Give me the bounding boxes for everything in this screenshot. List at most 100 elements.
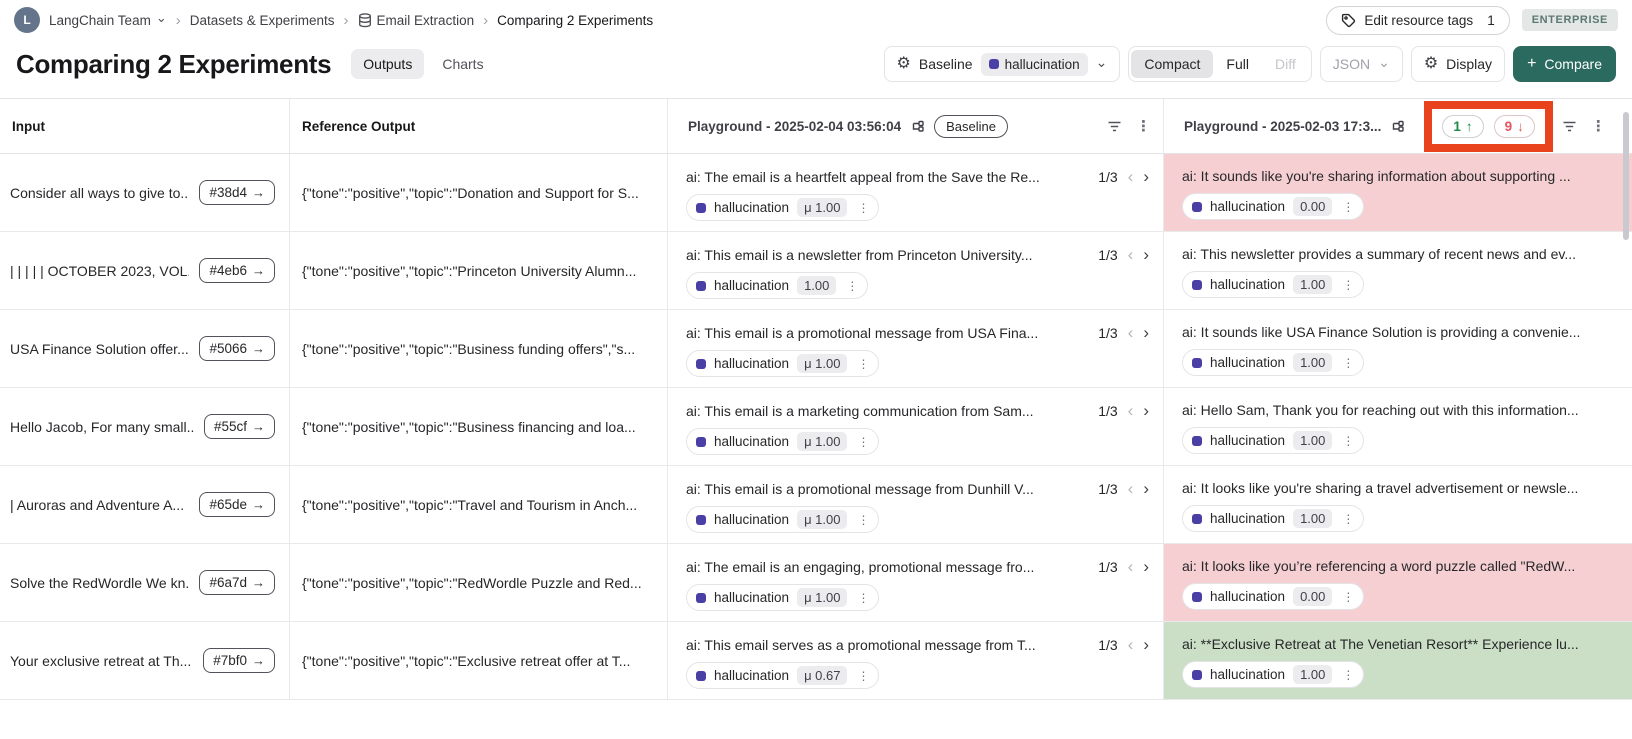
- exp1-cell[interactable]: ai: This email is a marketing communicat…: [668, 388, 1164, 465]
- exp1-cell[interactable]: ai: The email is an engaging, promotiona…: [668, 544, 1164, 621]
- feedback-badge[interactable]: hallucination 1.00 ⋮: [686, 272, 869, 299]
- experiment-1-name[interactable]: Playground - 2025-02-04 03:56:04: [688, 119, 901, 134]
- json-format-dropdown[interactable]: JSON ⌄: [1319, 46, 1403, 82]
- feedback-badge[interactable]: hallucination μ 1.00 ⋮: [686, 584, 880, 611]
- experiment-2-name[interactable]: Playground - 2025-02-03 17:3...: [1184, 119, 1381, 134]
- feedback-badge[interactable]: hallucination μ 1.00 ⋮: [686, 350, 880, 377]
- example-id-badge[interactable]: #4eb6 →: [199, 258, 275, 283]
- input-cell[interactable]: USA Finance Solution offer... #5066 →: [0, 310, 290, 387]
- mode-diff-button[interactable]: Diff: [1262, 50, 1309, 78]
- exp1-cell[interactable]: ai: This email is a promotional message …: [668, 466, 1164, 543]
- prev-output-button[interactable]: ‹: [1128, 324, 1134, 341]
- exp2-cell[interactable]: ai: Hello Sam, Thank you for reaching ou…: [1164, 388, 1632, 465]
- mode-full-button[interactable]: Full: [1213, 50, 1262, 78]
- feedback-badge[interactable]: hallucination 1.00 ⋮: [1182, 505, 1365, 532]
- kebab-icon[interactable]: ⋮: [855, 435, 871, 449]
- next-output-button[interactable]: ›: [1143, 636, 1149, 653]
- feedback-badge[interactable]: hallucination 1.00 ⋮: [1182, 349, 1365, 376]
- add-compare-button[interactable]: + Compare: [1513, 46, 1616, 82]
- example-id-badge[interactable]: #55cf →: [203, 414, 275, 439]
- baseline-feedback-dropdown[interactable]: ⚙ Baseline hallucination ⌄: [883, 46, 1121, 82]
- reference-output-cell[interactable]: {"tone":"positive","topic":"Business fun…: [290, 310, 668, 387]
- column-filter-button[interactable]: [1562, 120, 1577, 133]
- team-avatar[interactable]: L: [14, 7, 40, 33]
- breadcrumb-dataset-link[interactable]: Email Extraction: [358, 13, 474, 28]
- kebab-icon[interactable]: ⋮: [1340, 356, 1356, 370]
- feedback-badge[interactable]: hallucination 1.00 ⋮: [1182, 661, 1365, 688]
- next-output-button[interactable]: ›: [1143, 168, 1149, 185]
- kebab-icon[interactable]: ⋮: [1340, 200, 1356, 214]
- next-output-button[interactable]: ›: [1143, 480, 1149, 497]
- reference-output-cell[interactable]: {"tone":"positive","topic":"Exclusive re…: [290, 622, 668, 699]
- kebab-icon[interactable]: ⋮: [1340, 434, 1356, 448]
- column-menu-button[interactable]: ⋮: [1136, 117, 1151, 135]
- prev-output-button[interactable]: ‹: [1128, 480, 1134, 497]
- exp1-cell[interactable]: ai: This email is a promotional message …: [668, 310, 1164, 387]
- input-cell[interactable]: Consider all ways to give to... #38d4 →: [0, 154, 290, 231]
- example-id-badge[interactable]: #5066 →: [199, 336, 275, 361]
- feedback-badge[interactable]: hallucination μ 1.00 ⋮: [686, 506, 880, 533]
- exp2-cell[interactable]: ai: It looks like you’re referencing a w…: [1164, 544, 1632, 621]
- prev-output-button[interactable]: ‹: [1128, 168, 1134, 185]
- kebab-icon[interactable]: ⋮: [844, 279, 860, 293]
- example-id-badge[interactable]: #6a7d →: [199, 570, 275, 595]
- kebab-icon[interactable]: ⋮: [855, 669, 871, 683]
- kebab-icon[interactable]: ⋮: [855, 513, 871, 527]
- next-output-button[interactable]: ›: [1143, 402, 1149, 419]
- next-output-button[interactable]: ›: [1143, 246, 1149, 263]
- exp2-cell[interactable]: ai: This newsletter provides a summary o…: [1164, 232, 1632, 309]
- prev-output-button[interactable]: ‹: [1128, 402, 1134, 419]
- exp1-cell[interactable]: ai: This email serves as a promotional m…: [668, 622, 1164, 699]
- input-cell[interactable]: | | | | | OCTOBER 2023, VOL... #4eb6 →: [0, 232, 290, 309]
- breadcrumb-datasets-link[interactable]: Datasets & Experiments: [190, 13, 335, 28]
- input-cell[interactable]: Hello Jacob, For many small... #55cf →: [0, 388, 290, 465]
- display-settings-button[interactable]: ⚙ Display: [1410, 46, 1506, 82]
- input-cell[interactable]: | Auroras and Adventure A... #65de →: [0, 466, 290, 543]
- exp1-cell[interactable]: ai: The email is a heartfelt appeal from…: [668, 154, 1164, 231]
- feedback-badge[interactable]: hallucination 1.00 ⋮: [1182, 427, 1365, 454]
- tab-charts[interactable]: Charts: [430, 49, 495, 79]
- column-filter-button[interactable]: [1107, 120, 1122, 133]
- feedback-badge[interactable]: hallucination 1.00 ⋮: [1182, 271, 1365, 298]
- prev-output-button[interactable]: ‹: [1128, 636, 1134, 653]
- feedback-badge[interactable]: hallucination μ 1.00 ⋮: [686, 428, 880, 455]
- exp2-cell[interactable]: ai: It sounds like you're sharing inform…: [1164, 154, 1632, 231]
- exp2-cell[interactable]: ai: It looks like you're sharing a trave…: [1164, 466, 1632, 543]
- next-output-button[interactable]: ›: [1143, 558, 1149, 575]
- example-id-badge[interactable]: #65de →: [199, 492, 275, 517]
- tab-outputs[interactable]: Outputs: [351, 49, 425, 79]
- mode-compact-button[interactable]: Compact: [1131, 50, 1214, 78]
- example-id-badge[interactable]: #38d4 →: [199, 180, 275, 205]
- kebab-icon[interactable]: ⋮: [1340, 668, 1356, 682]
- exp1-cell[interactable]: ai: This email is a newsletter from Prin…: [668, 232, 1164, 309]
- kebab-icon[interactable]: ⋮: [1340, 590, 1356, 604]
- reference-output-cell[interactable]: {"tone":"positive","topic":"Donation and…: [290, 154, 668, 231]
- reference-output-cell[interactable]: {"tone":"positive","topic":"Travel and T…: [290, 466, 668, 543]
- example-id-badge[interactable]: #7bf0 →: [203, 648, 275, 673]
- regressed-count-pill[interactable]: 9 ↓: [1493, 114, 1535, 138]
- reference-output-cell[interactable]: {"tone":"positive","topic":"Princeton Un…: [290, 232, 668, 309]
- edit-resource-tags-button[interactable]: Edit resource tags 1: [1326, 5, 1510, 35]
- input-cell[interactable]: Solve the RedWordle We kn... #6a7d →: [0, 544, 290, 621]
- team-switcher[interactable]: LangChain Team ⌄: [49, 10, 167, 28]
- prev-output-button[interactable]: ‹: [1128, 246, 1134, 263]
- kebab-icon[interactable]: ⋮: [855, 201, 871, 215]
- reference-output-cell[interactable]: {"tone":"positive","topic":"Business fin…: [290, 388, 668, 465]
- input-cell[interactable]: Your exclusive retreat at Th... #7bf0 →: [0, 622, 290, 699]
- reference-output-cell[interactable]: {"tone":"positive","topic":"RedWordle Pu…: [290, 544, 668, 621]
- feedback-badge[interactable]: hallucination 0.00 ⋮: [1182, 583, 1365, 610]
- kebab-icon[interactable]: ⋮: [1340, 278, 1356, 292]
- next-output-button[interactable]: ›: [1143, 324, 1149, 341]
- kebab-icon[interactable]: ⋮: [855, 591, 871, 605]
- feedback-badge[interactable]: hallucination μ 1.00 ⋮: [686, 194, 880, 221]
- vertical-scrollbar[interactable]: [1623, 112, 1629, 240]
- feedback-badge[interactable]: hallucination μ 0.67 ⋮: [686, 662, 880, 689]
- exp2-cell[interactable]: ai: It sounds like USA Finance Solution …: [1164, 310, 1632, 387]
- column-menu-button[interactable]: ⋮: [1591, 117, 1606, 135]
- feedback-badge[interactable]: hallucination 0.00 ⋮: [1182, 193, 1365, 220]
- kebab-icon[interactable]: ⋮: [855, 357, 871, 371]
- exp2-cell[interactable]: ai: **Exclusive Retreat at The Venetian …: [1164, 622, 1632, 699]
- kebab-icon[interactable]: ⋮: [1340, 512, 1356, 526]
- improved-count-pill[interactable]: 1 ↑: [1442, 114, 1484, 138]
- prev-output-button[interactable]: ‹: [1128, 558, 1134, 575]
